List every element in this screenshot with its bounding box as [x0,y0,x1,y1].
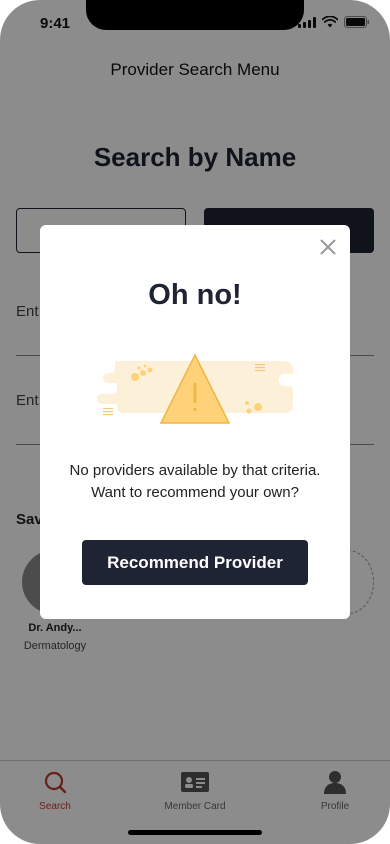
no-results-modal: Oh no! No providers available by that cr… [40,225,350,619]
close-icon [320,239,336,255]
close-modal-button[interactable] [318,237,338,257]
home-indicator [128,830,262,835]
modal-message-line-1: No providers available by that criteria. [69,462,321,479]
modal-message-line-2: Want to recommend your own? [91,484,299,501]
modal-title: Oh no! [148,279,242,311]
modal-message: No providers available by that criteria.… [50,460,340,504]
recommend-provider-button[interactable]: Recommend Provider [82,540,308,585]
warning-illustration [97,353,293,424]
app-screen: 9:41 Provider Search Menu Search by Name… [0,0,390,844]
